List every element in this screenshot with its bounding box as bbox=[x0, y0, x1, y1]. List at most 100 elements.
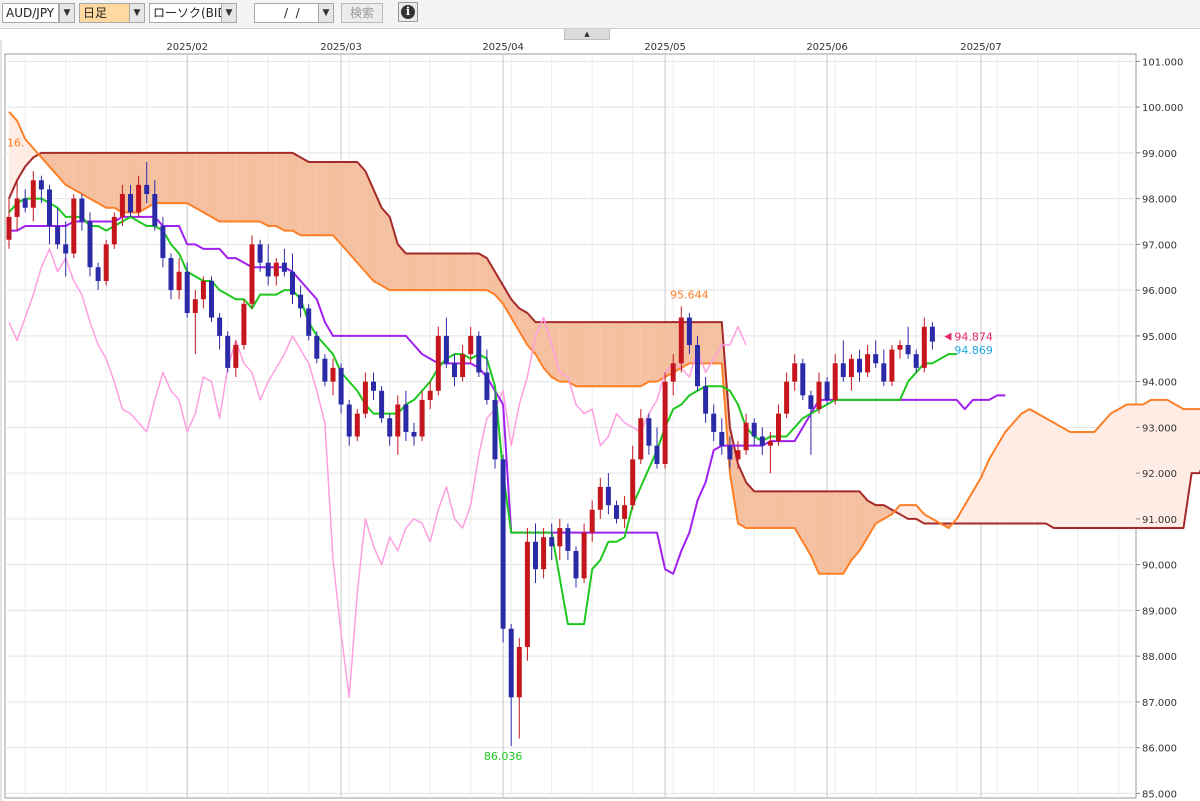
kumo-bear bbox=[648, 322, 657, 382]
symbol-select[interactable]: AUD/JPY bbox=[2, 3, 59, 23]
info-button[interactable]: i bbox=[398, 2, 418, 22]
x-tick-label: 2025/04 bbox=[482, 42, 524, 53]
y-tick-label: 88.000 bbox=[1142, 652, 1177, 663]
candle-bull bbox=[176, 271, 182, 291]
kumo-bear bbox=[260, 152, 269, 227]
kumo-bear bbox=[316, 161, 325, 236]
kumo-bear bbox=[357, 161, 366, 272]
chevron-down-icon[interactable]: ▼ bbox=[318, 3, 334, 23]
candle-bear bbox=[840, 363, 846, 378]
chevron-down-icon[interactable]: ▼ bbox=[129, 3, 145, 23]
kumo-bear bbox=[600, 322, 609, 387]
kumo-bear bbox=[705, 322, 714, 364]
kumo-bear bbox=[98, 152, 107, 208]
candle-bear bbox=[605, 486, 611, 506]
kumo-bull bbox=[908, 505, 917, 519]
chevron-down-icon[interactable]: ▼ bbox=[221, 3, 237, 23]
candle-bull bbox=[921, 326, 927, 368]
kumo-bull bbox=[1151, 399, 1160, 529]
candle-bear bbox=[95, 267, 101, 281]
candle-bull bbox=[241, 303, 247, 346]
timeframe-select[interactable]: 日足 bbox=[79, 3, 130, 23]
kumo-bear bbox=[341, 161, 350, 254]
kumo-bear bbox=[227, 152, 236, 222]
chevron-down-icon[interactable]: ▼ bbox=[59, 3, 75, 23]
candle-bull bbox=[622, 505, 628, 519]
candle-bull bbox=[897, 345, 903, 350]
candle-bull bbox=[784, 381, 790, 414]
candle-bear bbox=[209, 280, 214, 318]
kumo-bear bbox=[430, 253, 439, 291]
candle-bear bbox=[881, 363, 887, 382]
candle-bear bbox=[298, 294, 304, 309]
kumo-bear bbox=[851, 491, 860, 561]
candle-bull bbox=[419, 399, 425, 437]
kumo-bear bbox=[106, 152, 115, 208]
candle-bull bbox=[816, 381, 822, 410]
candle-bear bbox=[290, 271, 295, 295]
candle-bear bbox=[614, 505, 619, 519]
kumo-bear bbox=[324, 161, 333, 236]
kumo-bear bbox=[81, 152, 90, 199]
candle-bear bbox=[695, 345, 700, 387]
candle-bull bbox=[776, 413, 781, 442]
candle-bull bbox=[427, 390, 433, 400]
candle-bull bbox=[516, 647, 522, 698]
candle-bull bbox=[638, 418, 644, 460]
y-tick-label: 99.000 bbox=[1142, 149, 1177, 160]
candle-bear bbox=[322, 358, 328, 382]
candle-bull bbox=[233, 345, 239, 368]
y-tick-label: 95.000 bbox=[1142, 332, 1177, 343]
kumo-bear bbox=[333, 161, 342, 245]
kumo-bull bbox=[1005, 422, 1014, 524]
candle-bull bbox=[541, 537, 547, 570]
kumo-bear bbox=[276, 152, 285, 231]
kumo-bear bbox=[65, 152, 74, 190]
kumo-bull bbox=[1045, 418, 1054, 529]
kumo-bear bbox=[349, 161, 358, 263]
price-annotation: 16. bbox=[7, 136, 25, 149]
search-button[interactable]: 検索 bbox=[341, 3, 383, 23]
candle-bull bbox=[249, 244, 255, 304]
kumo-bear bbox=[624, 322, 633, 387]
candle-bear bbox=[22, 198, 28, 208]
y-tick-label: 92.000 bbox=[1142, 469, 1177, 480]
toolbar: AUD/JPY ▼ 日足 ▼ ローソク(BID) ▼ / / ▼ 検索 i bbox=[0, 0, 1200, 29]
candle-bear bbox=[371, 381, 376, 391]
current-price-label: 94.869 bbox=[954, 344, 993, 357]
kumo-bull bbox=[1053, 422, 1062, 529]
candle-bear bbox=[281, 262, 287, 272]
candle-bear bbox=[55, 226, 61, 245]
chart-style-select[interactable]: ローソク(BID) bbox=[149, 3, 222, 23]
candle-bear bbox=[533, 541, 538, 570]
kumo-bear bbox=[381, 207, 390, 291]
candle-bull bbox=[524, 541, 530, 648]
candle-bear bbox=[346, 404, 352, 437]
candle-bear bbox=[654, 445, 660, 464]
kumo-bear bbox=[657, 322, 666, 382]
kumo-bull bbox=[1126, 404, 1135, 529]
candle-bear bbox=[63, 244, 69, 254]
candle-bull bbox=[119, 194, 125, 217]
kumo-bear bbox=[187, 152, 196, 208]
candle-bear bbox=[929, 326, 935, 342]
kumo-bull bbox=[1021, 409, 1030, 524]
candle-bear bbox=[144, 184, 150, 195]
kumo-bear bbox=[308, 161, 317, 236]
kumo-bear bbox=[754, 491, 763, 529]
kumo-bull bbox=[1167, 399, 1176, 529]
date-input[interactable]: / / bbox=[254, 3, 319, 23]
collapse-toggle[interactable]: ▲ bbox=[564, 29, 610, 40]
kumo-bull bbox=[1118, 404, 1127, 529]
candle-bull bbox=[14, 198, 20, 217]
current-price-label: 94.874 bbox=[954, 331, 993, 344]
kumo-bull bbox=[1078, 431, 1087, 529]
y-tick-label: 96.000 bbox=[1142, 286, 1177, 297]
candle-bull bbox=[103, 244, 109, 281]
candle-bull bbox=[136, 184, 142, 213]
candle-bull bbox=[71, 198, 77, 254]
candle-bear bbox=[87, 221, 93, 268]
candle-bear bbox=[905, 345, 911, 355]
candle-bear bbox=[727, 445, 733, 460]
x-tick-label: 2025/07 bbox=[960, 42, 1002, 53]
